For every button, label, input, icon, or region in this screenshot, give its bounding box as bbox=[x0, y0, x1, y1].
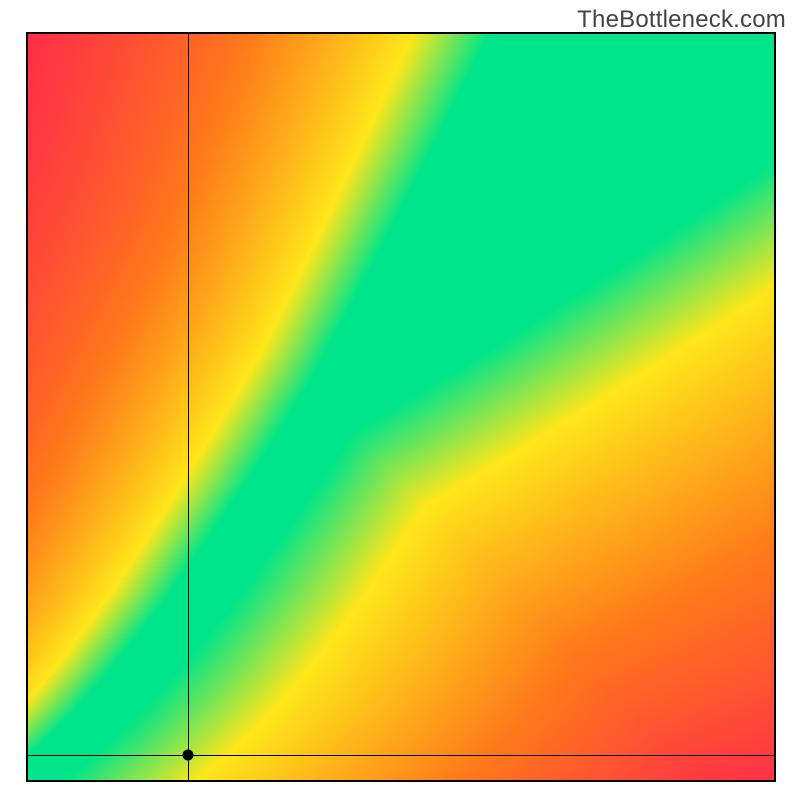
watermark-text: TheBottleneck.com bbox=[577, 6, 786, 34]
crosshair-horizontal bbox=[28, 755, 774, 756]
heatmap-canvas bbox=[28, 34, 774, 780]
data-point-marker bbox=[183, 750, 194, 761]
heatmap-plot bbox=[26, 32, 776, 782]
crosshair-vertical bbox=[188, 34, 189, 780]
